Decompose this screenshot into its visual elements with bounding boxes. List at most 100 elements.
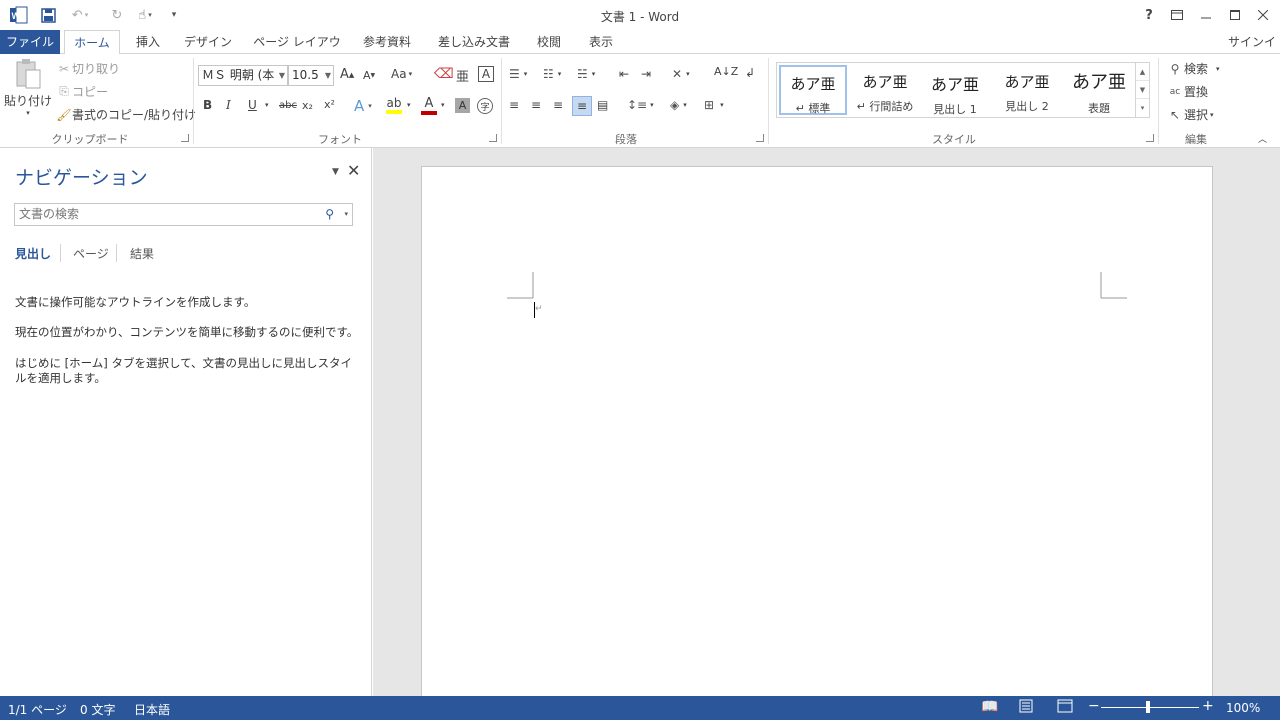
help-icon[interactable]: ? <box>1136 4 1162 26</box>
shrink-font-button[interactable]: A ▼ <box>363 69 375 82</box>
paragraph-launcher-icon[interactable] <box>756 134 764 142</box>
minimize-icon[interactable] <box>1193 4 1219 26</box>
gallery-up-icon[interactable]: ▲ <box>1136 63 1149 81</box>
distributed-icon[interactable]: ▤ <box>597 98 608 112</box>
format-painter-button[interactable]: 🖌 書式のコピー/貼り付け <box>56 106 196 123</box>
font-color-button[interactable]: A <box>421 96 437 115</box>
tab-file[interactable]: ファイル <box>0 30 60 54</box>
style-item-heading-1[interactable]: あア亜 見出し 1 <box>921 65 989 116</box>
tab-insert[interactable]: 挿入 <box>128 30 168 54</box>
tab-page-layout[interactable]: ページ レイアウト <box>248 30 346 73</box>
style-item-no-spacing[interactable]: あア亜 ↵ 行間詰め <box>851 65 919 115</box>
styles-launcher-icon[interactable] <box>1146 134 1154 142</box>
subscript-button[interactable]: x₂ <box>302 99 313 112</box>
change-case-button[interactable]: Aa ▾ <box>391 67 412 81</box>
read-mode-icon[interactable]: 📖 <box>981 699 998 715</box>
justify-icon[interactable]: ≡ <box>572 96 592 116</box>
select-button[interactable]: ↖ 選択 ▾ <box>1166 106 1214 123</box>
search-dropdown-icon[interactable]: ▾ <box>344 204 348 225</box>
font-name-combo[interactable]: ＭＳ 明朝 (本 ▼ <box>198 65 288 86</box>
character-shading-icon[interactable]: A <box>455 98 470 113</box>
close-icon[interactable] <box>1250 4 1276 26</box>
nav-tab-pages[interactable]: ページ <box>73 245 109 262</box>
replace-button[interactable]: ac 置換 <box>1166 83 1208 100</box>
text-effects-icon[interactable]: A ▾ <box>354 97 372 115</box>
paste-dropdown-icon[interactable]: ▾ <box>26 109 30 117</box>
tab-references[interactable]: 参考資料 <box>356 30 418 54</box>
align-center-icon[interactable]: ≡ <box>531 98 541 112</box>
word-count[interactable]: 0 文字 <box>80 701 115 718</box>
highlight-dropdown-icon[interactable]: ▾ <box>407 101 411 109</box>
cut-button[interactable]: ✂ 切り取り <box>56 60 120 77</box>
tab-mailings[interactable]: 差し込み文書 <box>430 30 518 54</box>
underline-button[interactable]: U <box>248 98 257 112</box>
page-count[interactable]: 1/1 ページ <box>8 701 67 718</box>
zoom-slider-track[interactable] <box>1101 707 1199 708</box>
multilevel-list-button[interactable]: ☵ ▾ <box>577 67 595 81</box>
line-spacing-button[interactable]: ↕≡ ▾ <box>627 98 654 112</box>
nav-tab-headings[interactable]: 見出し <box>15 245 51 262</box>
zoom-level[interactable]: 100% <box>1226 701 1260 715</box>
show-formatting-icon[interactable]: ↲ <box>745 66 755 80</box>
clipboard-launcher-icon[interactable] <box>181 134 189 142</box>
highlight-button[interactable]: ab <box>386 96 402 114</box>
tab-home[interactable]: ホーム <box>64 30 120 55</box>
zoom-slider-thumb[interactable] <box>1146 701 1150 713</box>
document-area[interactable]: ↵ <box>373 148 1280 706</box>
search-icon[interactable]: ⚲ <box>325 204 334 225</box>
tab-design[interactable]: デザイン <box>178 30 238 54</box>
zoom-in-icon[interactable]: + <box>1202 698 1214 714</box>
maximize-icon[interactable] <box>1222 4 1248 26</box>
web-layout-icon[interactable] <box>1057 699 1073 716</box>
numbering-button[interactable]: ☷ ▾ <box>543 67 561 81</box>
document-page[interactable]: ↵ <box>421 166 1213 706</box>
font-launcher-icon[interactable] <box>489 134 497 142</box>
navigation-search-input[interactable]: 文書の検索 ⚲ ▾ <box>14 203 353 226</box>
italic-button[interactable]: I <box>226 98 231 112</box>
increase-indent-icon[interactable]: ⇥ <box>641 67 651 81</box>
borders-button[interactable]: ⊞ ▾ <box>704 98 724 112</box>
bold-button[interactable]: B <box>203 98 212 112</box>
shading-button[interactable]: ◈ ▾ <box>670 98 687 112</box>
sort-icon[interactable]: A↓Z <box>714 65 738 78</box>
font-size-combo[interactable]: 10.5 ▼ <box>288 65 334 86</box>
style-name: 表題 <box>1088 102 1110 115</box>
print-layout-icon[interactable] <box>1019 699 1033 716</box>
paste-button[interactable]: 貼り付け ▾ <box>4 58 52 122</box>
style-item-normal[interactable]: あア亜 ↵ 標準 <box>779 65 847 115</box>
collapse-ribbon-icon[interactable]: ︿ <box>1258 132 1267 145</box>
nav-help-text-2: 現在の位置がわかり、コンテンツを簡単に移動するのに便利です。 <box>15 325 359 339</box>
zoom-out-icon[interactable]: − <box>1088 698 1100 714</box>
pane-options-icon[interactable]: ▼ <box>332 167 339 177</box>
signin-link[interactable]: サインイン <box>1228 30 1280 73</box>
character-border-icon[interactable]: A <box>478 66 494 82</box>
grow-font-button[interactable]: A ▲ <box>340 67 354 82</box>
align-right-icon[interactable]: ≡ <box>553 98 563 112</box>
find-button[interactable]: ⚲ 検索 ▾ <box>1166 60 1220 77</box>
enclose-characters-icon[interactable]: 字 <box>477 98 493 114</box>
style-item-heading-2[interactable]: あア亜 見出し 2 <box>993 65 1061 115</box>
cursor-arrow-icon: ↖ <box>1169 107 1181 122</box>
align-left-icon[interactable]: ≡ <box>509 98 519 112</box>
font-color-dropdown-icon[interactable]: ▾ <box>441 101 445 109</box>
superscript-button[interactable]: x² <box>324 98 335 111</box>
phonetic-guide-icon[interactable]: 亜 <box>456 66 469 85</box>
bullets-button[interactable]: ☰ ▾ <box>509 67 527 81</box>
ribbon-display-icon[interactable] <box>1164 4 1190 26</box>
strikethrough-button[interactable]: abc <box>279 100 297 111</box>
copy-button[interactable]: ⎘ コピー <box>56 83 108 100</box>
tab-review[interactable]: 校閲 <box>528 30 570 54</box>
style-item-title[interactable]: あア亜 表題 <box>1065 65 1133 115</box>
gallery-more-icon[interactable]: ▾ <box>1136 99 1149 117</box>
close-pane-icon[interactable]: ✕ <box>347 161 360 180</box>
replace-icon: ac <box>1169 86 1181 97</box>
language-indicator[interactable]: 日本語 <box>134 701 170 718</box>
asian-layout-button[interactable]: ✕ ▾ <box>672 67 690 81</box>
clear-formatting-icon[interactable]: ⌫ <box>434 66 454 82</box>
nav-tab-results[interactable]: 結果 <box>130 245 154 262</box>
decrease-indent-icon[interactable]: ⇤ <box>619 67 629 81</box>
gallery-down-icon[interactable]: ▼ <box>1136 81 1149 99</box>
tab-view[interactable]: 表示 <box>580 30 622 54</box>
underline-dropdown-icon[interactable]: ▾ <box>265 101 269 109</box>
chevron-down-icon: ▼ <box>324 71 331 80</box>
